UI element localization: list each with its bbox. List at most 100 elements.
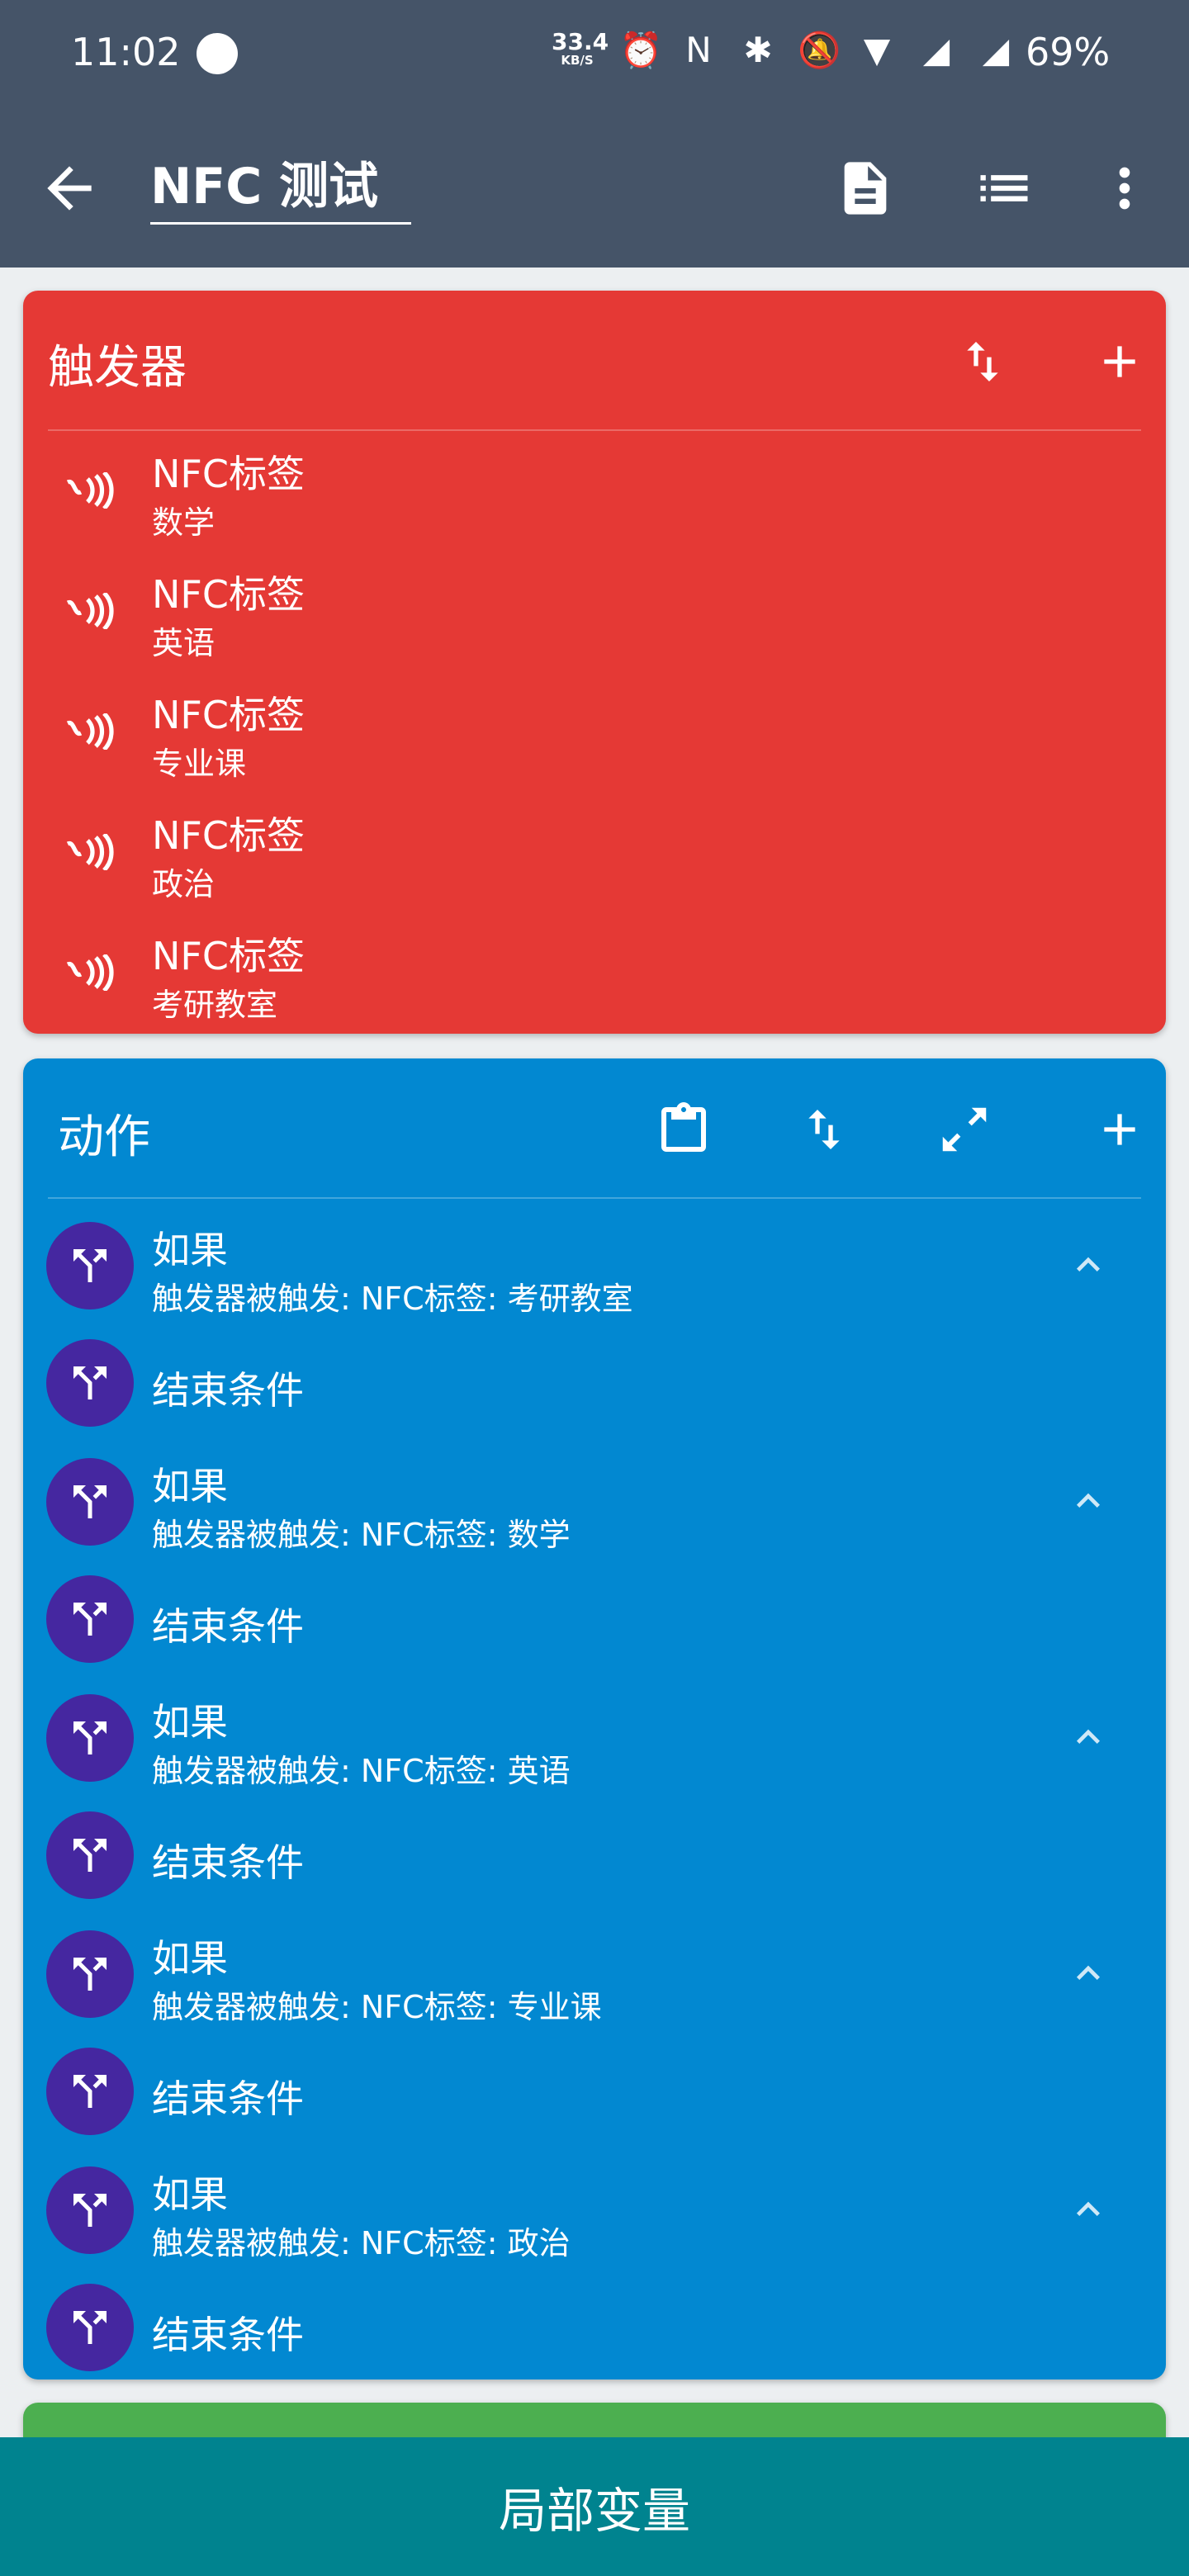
collapse-button[interactable] <box>1062 1711 1115 1764</box>
trigger-title: NFC标签 <box>152 813 305 858</box>
nfc-signal-icon <box>66 954 114 991</box>
branch-icon <box>73 1249 107 1282</box>
battery-level: 69% <box>1026 30 1111 74</box>
action-subtitle: 触发器被触发: NFC标签: 政治 <box>152 2225 571 2261</box>
action-avatar <box>46 1458 134 1546</box>
list-button[interactable] <box>971 155 1037 221</box>
action-avatar <box>46 1694 134 1782</box>
action-avatar <box>46 2166 134 2254</box>
signal-icon: ◢ <box>922 30 950 70</box>
chevron-up-icon <box>1077 1729 1100 1744</box>
trigger-item[interactable]: NFC标签 政治 <box>23 793 1166 913</box>
actions-title: 动作 <box>58 1110 150 1164</box>
add-action-button[interactable] <box>1085 1095 1154 1164</box>
nfc-signal-icon <box>66 713 114 750</box>
chevron-up-icon <box>1077 1257 1100 1271</box>
alarm-icon: ⏰ <box>619 30 663 70</box>
trigger-subtitle: 数学 <box>152 504 216 541</box>
action-title: 结束条件 <box>152 1604 304 1649</box>
trigger-title: NFC标签 <box>152 693 305 737</box>
reorder-triggers-button[interactable] <box>948 327 1017 396</box>
chevron-up-icon <box>1077 1965 1100 1980</box>
collapse-button[interactable] <box>1062 2183 1115 2236</box>
action-if-item[interactable]: 如果 触发器被触发: NFC标签: 英语 <box>23 1673 1166 1790</box>
branch-icon <box>73 1958 107 1991</box>
action-avatar <box>46 2284 134 2371</box>
log-button[interactable] <box>832 155 898 221</box>
collapse-button[interactable] <box>1062 1475 1115 1527</box>
collapse-button[interactable] <box>1062 1947 1115 2000</box>
trigger-item[interactable]: NFC标签 英语 <box>23 552 1166 672</box>
trigger-title: NFC标签 <box>152 452 305 496</box>
action-title: 如果 <box>152 2172 228 2217</box>
network-speed-value: 33.4 <box>552 28 609 55</box>
divider <box>48 1197 1141 1199</box>
trigger-item[interactable]: NFC标签 专业课 <box>23 672 1166 793</box>
toolbar: NFC 测试 <box>0 107 1189 268</box>
network-speed: 33.4 KB/S <box>552 31 609 69</box>
action-if-item[interactable]: 如果 触发器被触发: NFC标签: 数学 <box>23 1437 1166 1554</box>
nfc-signal-icon <box>66 834 114 870</box>
action-subtitle: 触发器被触发: NFC标签: 数学 <box>152 1517 571 1553</box>
local-variables-button[interactable]: 局部变量 <box>0 2437 1189 2576</box>
trigger-item[interactable]: NFC标签 数学 <box>23 431 1166 552</box>
action-title: 如果 <box>152 1936 228 1981</box>
chevron-up-icon <box>1077 2201 1100 2216</box>
trigger-title: NFC标签 <box>152 572 305 617</box>
plus-icon <box>1104 346 1135 377</box>
nfc-signal-icon <box>66 472 114 509</box>
trigger-title: NFC标签 <box>152 934 305 978</box>
back-button[interactable] <box>36 155 102 221</box>
bluetooth-icon: ✱ <box>743 30 773 70</box>
expand-actions-button[interactable] <box>930 1095 999 1164</box>
action-title: 结束条件 <box>152 2076 304 2121</box>
chevron-up-icon <box>1077 1493 1100 1508</box>
more-options-button[interactable] <box>1092 155 1158 221</box>
collapse-button[interactable] <box>1062 1238 1115 1291</box>
action-title: 如果 <box>152 1228 228 1272</box>
branch-icon <box>73 1603 107 1636</box>
trigger-item[interactable]: NFC标签 考研教室 <box>23 913 1166 1034</box>
trigger-subtitle: 英语 <box>152 625 216 661</box>
status-time: 11:02 <box>71 30 181 74</box>
status-icons: ⏰ N ✱ 🔕 ▼ ◢ ◢ <box>619 30 1016 71</box>
add-trigger-button[interactable] <box>1085 327 1154 396</box>
list-icon <box>980 175 1028 201</box>
triggers-title: 触发器 <box>48 341 187 395</box>
mute-icon: 🔕 <box>798 30 841 70</box>
branch-icon <box>73 1366 107 1399</box>
fullscreen-expand-icon <box>942 1107 987 1152</box>
nfc-signal-icon <box>66 593 114 629</box>
action-end-if-item[interactable]: 结束条件 <box>23 1790 1166 1907</box>
branch-icon <box>73 2194 107 2227</box>
action-end-if-item[interactable]: 结束条件 <box>23 2262 1166 2379</box>
action-avatar <box>46 1930 134 2018</box>
branch-icon <box>73 1839 107 1872</box>
trigger-subtitle: 考研教室 <box>152 987 278 1023</box>
action-avatar <box>46 2048 134 2135</box>
plus-icon <box>1104 1114 1135 1145</box>
reorder-actions-button[interactable] <box>789 1095 859 1164</box>
back-arrow-icon <box>47 166 92 211</box>
actions-header: 动作 <box>23 1058 1166 1199</box>
triggers-card: 触发器 NFC标签 数学 NFC标签 英语 NFC标签 专业课 NFC标签 政治… <box>23 291 1166 1034</box>
branch-icon <box>73 1485 107 1518</box>
action-end-if-item[interactable]: 结束条件 <box>23 1554 1166 1671</box>
action-title: 结束条件 <box>152 1840 304 1885</box>
branch-icon <box>73 2075 107 2108</box>
action-end-if-item[interactable]: 结束条件 <box>23 1318 1166 1435</box>
clipboard-icon <box>661 1102 706 1152</box>
action-subtitle: 触发器被触发: NFC标签: 专业课 <box>152 1989 602 2025</box>
paste-action-button[interactable] <box>649 1095 718 1164</box>
action-if-item[interactable]: 如果 触发器被触发: NFC标签: 政治 <box>23 2145 1166 2262</box>
more-vert-icon <box>1119 167 1130 210</box>
branch-icon <box>73 2311 107 2344</box>
action-title: 如果 <box>152 1464 228 1508</box>
notification-icon <box>197 33 238 74</box>
action-if-item[interactable]: 如果 触发器被触发: NFC标签: 考研教室 <box>23 1200 1166 1318</box>
action-if-item[interactable]: 如果 触发器被触发: NFC标签: 专业课 <box>23 1909 1166 2026</box>
macro-name-field[interactable]: NFC 测试 <box>150 154 411 225</box>
action-end-if-item[interactable]: 结束条件 <box>23 2026 1166 2143</box>
local-variables-label: 局部变量 <box>498 2483 690 2539</box>
action-title: 如果 <box>152 1700 228 1745</box>
